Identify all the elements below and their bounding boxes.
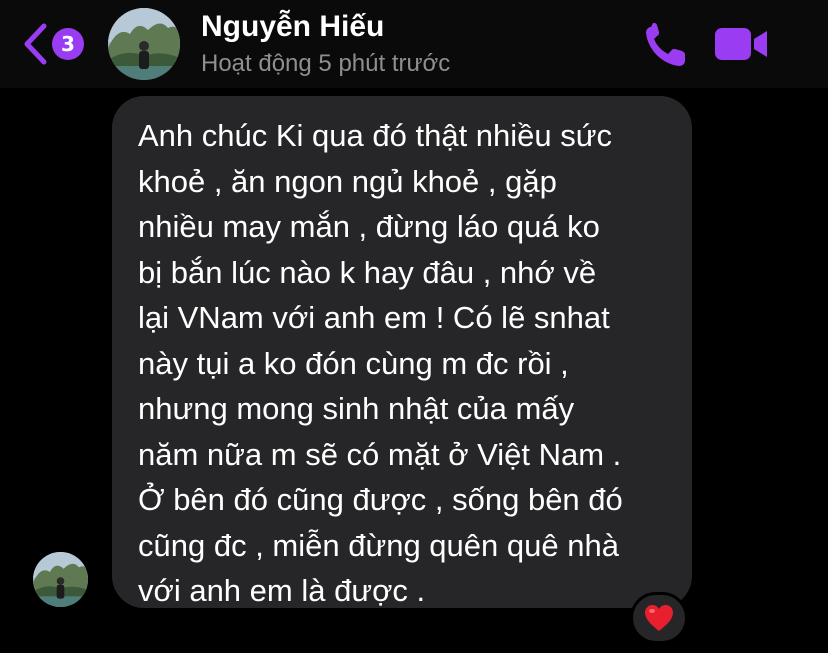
video-camera-icon [715,28,767,60]
active-status: Hoạt động 5 phút trước [201,50,451,77]
message-bubble[interactable]: Anh chúc Ki qua đó thật nhiều sức khoẻ ,… [112,96,692,608]
message-line: nhiều may mắn , đừng láo quá ko [138,209,600,244]
message-line: này tụi a ko đón cùng m đc rồi , [138,345,569,381]
message-line: cũng đc , miễn đừng quên quê nhà [138,527,619,563]
message-line: Ở bên đó cũng được , sống bên đó [138,482,623,517]
phone-icon [646,23,685,66]
message-line: Anh chúc Ki qua đó thật nhiều sức [138,118,613,153]
message-line: nhưng mong sinh nhật của mấy [138,391,575,426]
contact-name: Nguyễn Hiếu [201,10,385,43]
chevron-left-icon [24,23,47,65]
back-button[interactable]: 3 [22,22,94,66]
chat-header: 3 Nguyễn Hiếu Hoạt động 5 phút trước [0,0,828,88]
message-line: với anh em là được . [138,573,426,608]
message-line: khoẻ , ăn ngon ngủ khoẻ , gặp [138,163,557,199]
voice-call-button[interactable] [640,20,690,68]
unread-count-badge: 3 [52,28,84,60]
message-line: lại VNam với anh em ! Có lẽ snhat [138,300,610,335]
video-call-button[interactable] [712,24,770,64]
sender-avatar[interactable] [33,552,88,607]
heart-icon [645,605,673,631]
message-line: năm nữa m sẽ có mặt ở Việt Nam . [138,436,622,472]
contact-avatar[interactable] [108,8,180,80]
reaction-badge[interactable] [630,592,688,644]
message-line: bị bắn lúc nào k hay đâu , nhớ về [138,254,597,290]
